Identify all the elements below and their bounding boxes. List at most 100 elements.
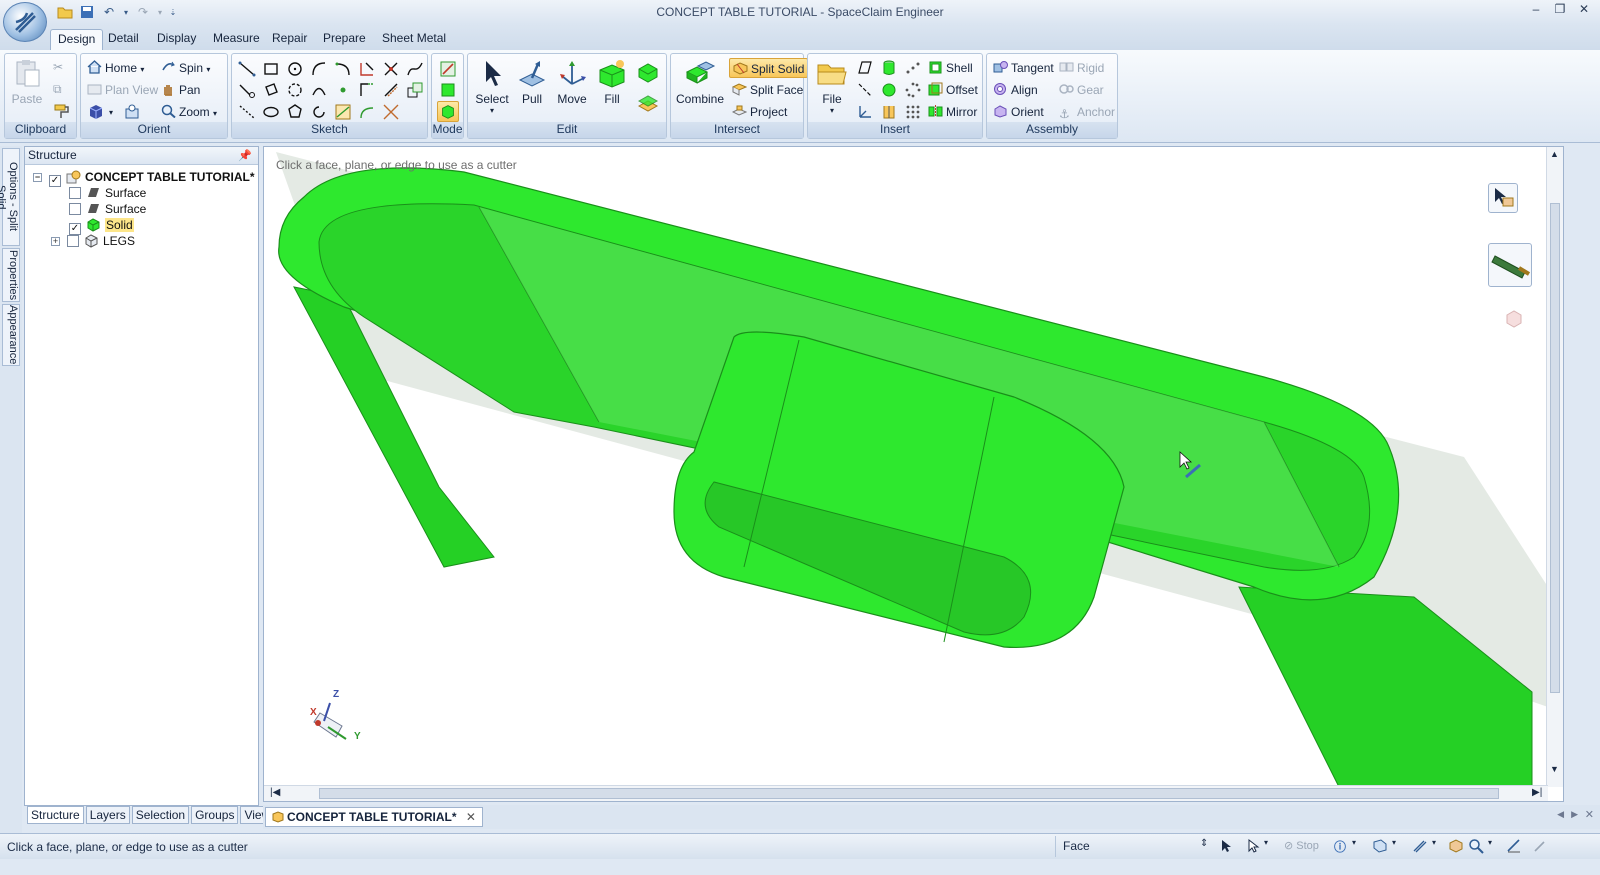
circular-pattern-icon[interactable] <box>904 81 922 99</box>
orient-button[interactable]: Orient <box>993 102 1044 122</box>
sweep-arc-tool-icon[interactable] <box>334 60 352 78</box>
face-curve-icon[interactable] <box>334 103 352 121</box>
format-painter-icon[interactable] <box>53 102 71 120</box>
pin-icon[interactable]: 📌 <box>238 148 252 165</box>
tab-scroll-right-icon[interactable]: ▶ <box>1571 809 1578 820</box>
scroll-up-icon[interactable]: ▲ <box>1550 149 1559 159</box>
tab-design[interactable]: Design <box>50 29 104 50</box>
info-icon[interactable]: ⓘ <box>1334 838 1350 854</box>
model-canvas[interactable] <box>264 147 1548 787</box>
tree-root-checkbox[interactable]: ✓ <box>49 175 61 187</box>
select-button[interactable]: Select ▾ <box>472 58 512 115</box>
construction-line-icon[interactable] <box>238 103 256 121</box>
tree-root[interactable]: − ✓ CONCEPT TABLE TUTORIAL* <box>33 169 255 187</box>
view-cube-icon[interactable] <box>87 103 105 121</box>
tangent-button[interactable]: Tangent <box>993 58 1054 78</box>
tab-properties[interactable]: Properties <box>2 248 20 302</box>
application-menu-button[interactable] <box>3 2 47 42</box>
tree-node-legs[interactable]: + LEGS <box>51 233 135 249</box>
project-to-sketch-icon[interactable] <box>406 81 424 99</box>
spin-button[interactable]: Spin ▾ <box>161 58 210 78</box>
display-style-icon[interactable] <box>1448 838 1464 854</box>
zoom-button[interactable]: Zoom ▾ <box>161 102 217 122</box>
circle-tool-icon[interactable] <box>286 60 304 78</box>
split-solid-button[interactable]: Split Solid <box>729 58 809 78</box>
tab-display[interactable]: Display <box>150 29 203 50</box>
trim-tool-icon[interactable] <box>358 60 376 78</box>
grid-pattern-icon[interactable] <box>904 103 922 121</box>
tab-repair[interactable]: Repair <box>265 29 314 50</box>
sketch-grid-icon[interactable] <box>1412 838 1428 854</box>
sketch-mode-status-icon[interactable] <box>1506 838 1522 854</box>
origin-icon[interactable] <box>856 103 874 121</box>
fill-button[interactable]: Fill <box>592 58 632 106</box>
cylinder-icon[interactable] <box>880 59 898 77</box>
axis-triad[interactable] <box>313 702 347 740</box>
intersect-curves-icon[interactable] <box>382 103 400 121</box>
3d-mode-icon[interactable] <box>437 101 459 122</box>
section-mode-icon[interactable] <box>439 81 457 99</box>
plan-view-button[interactable]: Plan View <box>87 80 158 100</box>
three-point-circle-icon[interactable] <box>286 81 304 99</box>
tree-node-checkbox[interactable] <box>69 187 81 199</box>
tree-node-checkbox[interactable] <box>69 203 81 215</box>
bend-tool-icon[interactable] <box>358 103 376 121</box>
select-cutter-tool-guide[interactable] <box>1488 183 1518 213</box>
selection-filter[interactable]: Face <box>1055 836 1215 857</box>
close-document-icon[interactable]: ✕ <box>466 810 476 824</box>
line-tool-icon[interactable] <box>238 60 256 78</box>
pan-button[interactable]: Pan <box>161 80 200 100</box>
select-faces-tool-guide[interactable] <box>1502 307 1526 331</box>
close-all-icon[interactable]: ✕ <box>1585 808 1594 821</box>
scroll-left-icon[interactable]: |◀ <box>270 787 280 798</box>
tab-prepare[interactable]: Prepare <box>316 29 373 50</box>
anchor-button[interactable]: ⚓ Anchor <box>1059 102 1115 122</box>
scroll-right-icon[interactable]: ▶| <box>1532 787 1542 798</box>
3d-viewport[interactable]: Click a face, plane, or edge to use as a… <box>263 146 1564 802</box>
pen-status-icon[interactable] <box>1532 838 1548 854</box>
three-point-rectangle-icon[interactable] <box>262 81 280 99</box>
info-dropdown-icon[interactable]: ▾ <box>1352 838 1368 854</box>
tree-node-surface-2[interactable]: Surface <box>69 201 146 217</box>
collapse-icon[interactable]: − <box>33 173 42 182</box>
document-tab[interactable]: CONCEPT TABLE TUTORIAL* ✕ <box>265 807 483 827</box>
tab-appearance[interactable]: Appearance <box>2 304 20 366</box>
sphere-icon[interactable] <box>880 81 898 99</box>
three-point-arc-icon[interactable] <box>310 81 328 99</box>
scroll-down-icon[interactable]: ▼ <box>1550 764 1559 774</box>
replace-icon[interactable] <box>636 92 660 116</box>
blend-icon[interactable] <box>636 60 660 84</box>
rigid-button[interactable]: Rigid <box>1059 58 1104 78</box>
vertical-scrollbar[interactable]: ▲ ▼ <box>1546 147 1563 787</box>
copy-icon[interactable]: ⧉ <box>53 82 71 100</box>
rectangle-tool-icon[interactable] <box>262 60 280 78</box>
tab-measure[interactable]: Measure <box>206 29 267 50</box>
project-button[interactable]: Project <box>732 102 787 122</box>
view-projection-icon[interactable] <box>1372 838 1388 854</box>
polygon-tool-icon[interactable] <box>286 103 304 121</box>
home-button[interactable]: Home ▾ <box>87 58 144 78</box>
split-line-tool-icon[interactable] <box>382 60 400 78</box>
view-cube-dropdown-icon[interactable]: ▾ <box>109 103 113 123</box>
point-tool-icon[interactable] <box>334 81 352 99</box>
pull-button[interactable]: Pull <box>512 58 552 106</box>
select-target-tool-guide[interactable] <box>1488 243 1532 287</box>
insert-file-button[interactable]: File ▾ <box>812 58 852 115</box>
select-mode-icon[interactable] <box>1245 838 1261 854</box>
restore-icon[interactable]: ❐ <box>1552 2 1568 16</box>
tree-node-solid[interactable]: ✓ Solid <box>69 217 134 235</box>
tree-node-surface-1[interactable]: Surface <box>69 185 146 201</box>
cut-icon[interactable]: ✂ <box>53 60 71 78</box>
zoom-status-icon[interactable] <box>1468 838 1484 854</box>
projection-dropdown-icon[interactable]: ▾ <box>1392 838 1408 854</box>
move-button[interactable]: Move <box>552 58 592 106</box>
mid-surface-icon[interactable] <box>880 103 898 121</box>
sketch-mode-icon[interactable] <box>439 60 457 78</box>
close-icon[interactable]: ✕ <box>1576 2 1592 16</box>
tab-layers[interactable]: Layers <box>85 806 130 824</box>
axis-icon[interactable] <box>856 81 874 99</box>
tab-options-split-solid[interactable]: Options - Split Solid <box>0 148 20 246</box>
expand-icon[interactable]: + <box>51 237 60 246</box>
tree-node-checkbox[interactable] <box>67 235 79 247</box>
tab-sheet-metal[interactable]: Sheet Metal <box>375 29 453 50</box>
